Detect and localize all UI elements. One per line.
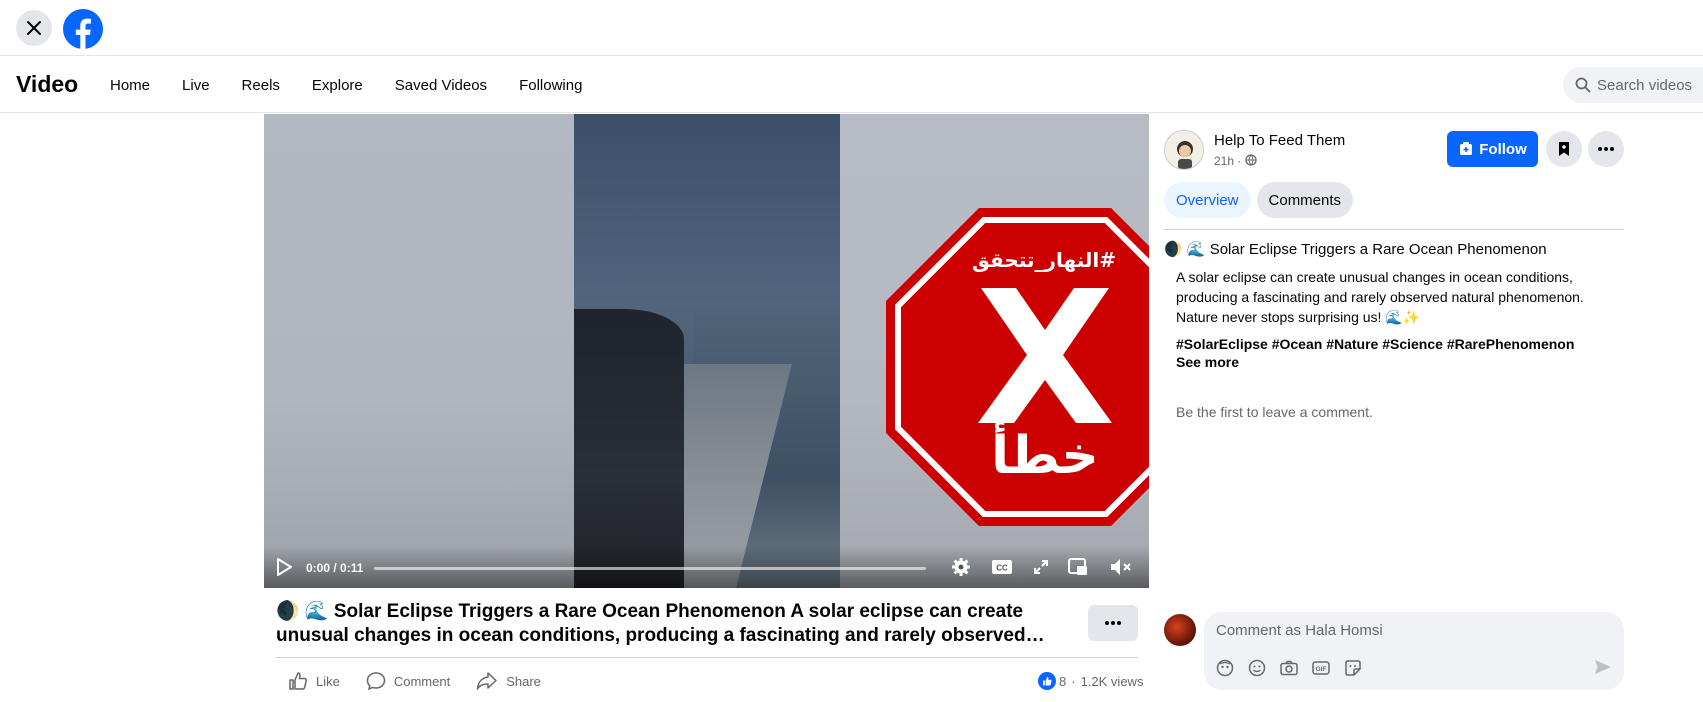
facebook-logo-icon[interactable] — [63, 9, 103, 49]
bookmark-icon — [1559, 142, 1569, 156]
camera-icon — [1280, 660, 1298, 676]
close-icon — [27, 21, 41, 35]
globe-icon — [1245, 154, 1257, 166]
post-meta: 21h · — [1214, 154, 1257, 168]
gif-icon: GIF — [1312, 661, 1330, 675]
sticker-icon — [1345, 660, 1361, 676]
video-navbar: Video Home Live Reels Explore Saved Vide… — [0, 57, 1703, 113]
nav-item-following[interactable]: Following — [519, 77, 582, 94]
settings-icon — [952, 558, 970, 576]
photo-button[interactable] — [1280, 659, 1298, 677]
user-avatar[interactable] — [1164, 614, 1196, 646]
nav-item-saved-videos[interactable]: Saved Videos — [395, 77, 487, 94]
tab-overview[interactable]: Overview — [1164, 182, 1251, 218]
divider — [276, 657, 1138, 658]
search-box[interactable] — [1563, 67, 1703, 103]
play-icon — [277, 558, 292, 576]
video-time: 0:00 / 0:11 — [306, 561, 364, 575]
video-stats: 8 · 1.2K views — [1038, 672, 1143, 690]
follow-button[interactable]: Follow — [1447, 131, 1538, 167]
fullscreen-icon — [1034, 560, 1048, 574]
more-dots-icon — [1598, 147, 1614, 151]
views-count: 1.2K views — [1080, 673, 1144, 689]
video-player[interactable]: #النهار_تتحقق خطأ 0:00 / 0:11 CC — [264, 114, 1149, 588]
svg-text:CC: CC — [996, 564, 1008, 573]
post-body: A solar eclipse can create unusual chang… — [1176, 269, 1584, 325]
share-button[interactable]: Share — [476, 671, 541, 691]
video-progress-bar[interactable] — [374, 567, 926, 570]
follow-label: Follow — [1479, 140, 1527, 158]
comment-input[interactable] — [1216, 622, 1596, 639]
nav-item-explore[interactable]: Explore — [312, 77, 363, 94]
post-panel: Help To Feed Them 21h · Follow Overview … — [1164, 114, 1624, 702]
reactions-count[interactable]: 8 — [1059, 674, 1066, 689]
video-frame — [574, 114, 840, 588]
like-icon — [289, 672, 308, 690]
sticker-button[interactable] — [1344, 659, 1362, 677]
search-icon — [1575, 77, 1591, 93]
empty-comments-text: Be the first to leave a comment. — [1176, 404, 1373, 420]
post-options-button[interactable] — [1588, 131, 1624, 167]
avatar-sticker-button[interactable] — [1216, 659, 1234, 677]
settings-button[interactable] — [950, 556, 972, 578]
send-button[interactable] — [1594, 659, 1612, 680]
see-more-link[interactable]: See more — [1176, 354, 1239, 370]
play-button[interactable] — [276, 558, 292, 581]
nav-item-reels[interactable]: Reels — [242, 77, 280, 94]
captions-button[interactable]: CC — [991, 556, 1013, 578]
like-label: Like — [316, 673, 340, 689]
pip-button[interactable] — [1067, 556, 1089, 578]
fact-check-verdict: خطأ — [991, 426, 1099, 486]
search-input[interactable] — [1597, 76, 1703, 94]
post-title: 🌒 🌊 Solar Eclipse Triggers a Rare Ocean … — [1164, 241, 1547, 258]
send-icon — [1595, 660, 1611, 674]
composer-tools: GIF — [1216, 659, 1376, 677]
share-label: Share — [506, 673, 541, 689]
gif-button[interactable]: GIF — [1312, 659, 1330, 677]
mute-icon — [1111, 559, 1131, 575]
avatar-face-icon — [1177, 141, 1193, 169]
video-caption: 🌒 🌊 Solar Eclipse Triggers a Rare Ocean … — [276, 601, 1045, 646]
nav-item-live[interactable]: Live — [182, 77, 210, 94]
video-controls: 0:00 / 0:11 CC — [264, 546, 1149, 588]
more-options-button[interactable] — [1088, 605, 1138, 641]
page-name[interactable]: Help To Feed Them — [1214, 132, 1345, 149]
more-dots-icon — [1105, 621, 1121, 625]
top-bar — [0, 0, 1703, 56]
post-hashtags[interactable]: #SolarEclipse #Ocean #Nature #Science #R… — [1176, 334, 1616, 354]
follow-icon — [1460, 142, 1473, 155]
comment-composer[interactable]: GIF — [1204, 612, 1624, 690]
like-reaction-icon — [1038, 672, 1056, 690]
comment-button[interactable]: Comment — [366, 671, 450, 691]
video-blur-left — [264, 114, 574, 588]
action-bar: Like Comment Share — [288, 668, 567, 694]
avatar-sticker-icon — [1216, 659, 1234, 677]
share-icon — [476, 672, 497, 690]
mute-button[interactable] — [1110, 556, 1132, 578]
nav-menu: Home Live Reels Explore Saved Videos Fol… — [110, 57, 614, 113]
close-button[interactable] — [16, 10, 52, 46]
tab-comments[interactable]: Comments — [1256, 182, 1354, 218]
captions-icon: CC — [992, 560, 1012, 574]
post-time[interactable]: 21h · — [1214, 154, 1241, 168]
pip-icon — [1068, 558, 1087, 575]
comment-icon — [366, 672, 386, 691]
comment-label: Comment — [393, 673, 451, 689]
save-button[interactable] — [1546, 131, 1582, 167]
stats-separator: · — [1071, 673, 1076, 689]
page-title: Video — [16, 71, 79, 97]
fact-check-hashtag: #النهار_تتحقق — [971, 248, 1117, 272]
emoji-button[interactable] — [1248, 659, 1266, 677]
emoji-icon — [1248, 659, 1266, 677]
nav-item-home[interactable]: Home — [110, 77, 150, 94]
svg-text:GIF: GIF — [1316, 666, 1327, 673]
divider — [1164, 229, 1624, 230]
page-avatar[interactable] — [1164, 130, 1204, 170]
fullscreen-button[interactable] — [1030, 556, 1052, 578]
like-button[interactable]: Like — [288, 671, 340, 691]
panel-tabs: Overview Comments — [1164, 182, 1359, 218]
